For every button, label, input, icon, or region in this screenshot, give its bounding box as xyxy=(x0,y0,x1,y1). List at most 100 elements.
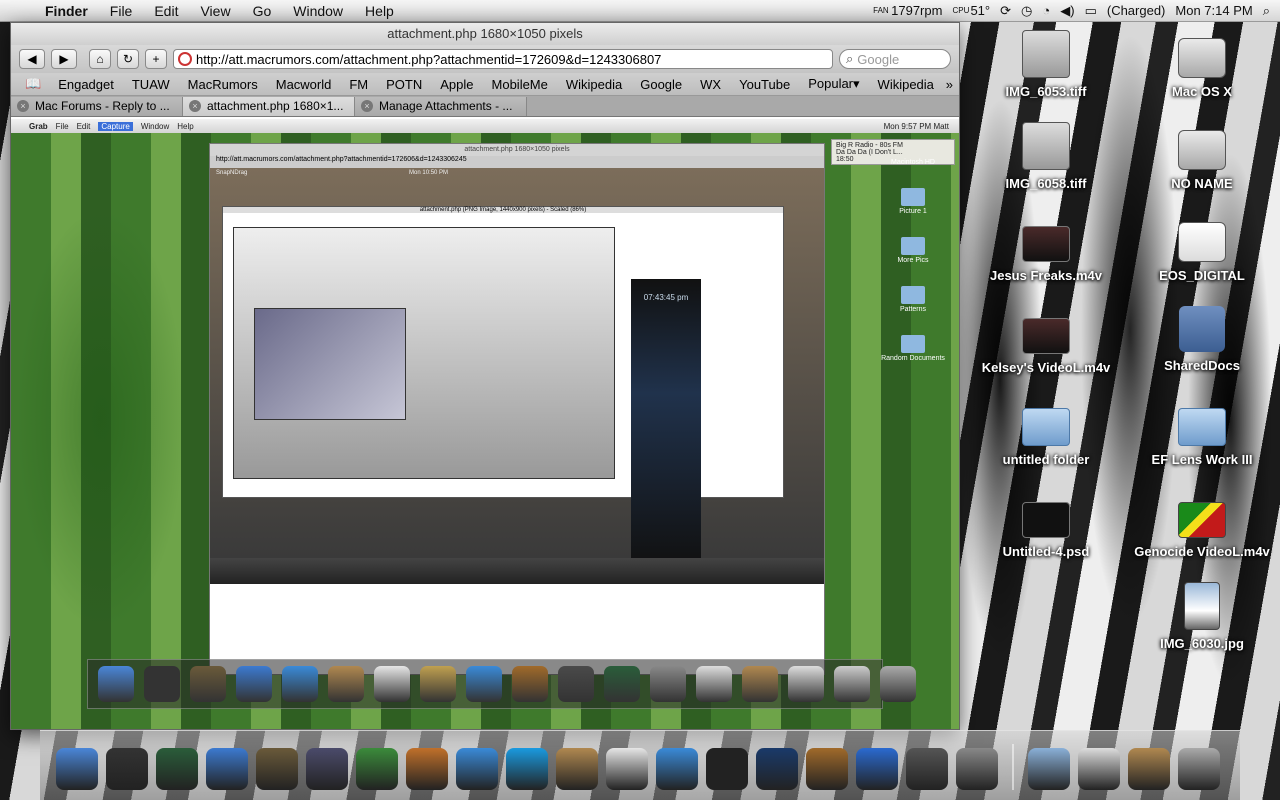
google-earth-icon[interactable] xyxy=(856,748,898,790)
bookmark-wikipedia[interactable]: Wikipedia xyxy=(557,77,631,92)
tab-attachment[interactable]: × attachment.php 1680×1... xyxy=(183,96,355,116)
window-title: attachment.php 1680×1050 pixels xyxy=(11,23,959,45)
tab-manage-attachments[interactable]: × Manage Attachments - ... xyxy=(355,96,527,116)
bookmark-fm[interactable]: FM xyxy=(340,77,377,92)
forward-button[interactable]: ▶ xyxy=(51,49,77,69)
menu-edit[interactable]: Edit xyxy=(143,3,189,19)
tab-close-icon[interactable]: × xyxy=(361,100,373,112)
add-bookmark-button[interactable]: + xyxy=(145,49,167,69)
search-icon: ⌕ xyxy=(846,51,854,66)
ical-icon[interactable] xyxy=(606,748,648,790)
battery-status[interactable]: (Charged) xyxy=(1107,3,1166,18)
mail-icon[interactable] xyxy=(256,748,298,790)
bookmark-macrumors[interactable]: MacRumors xyxy=(179,77,267,92)
numbers-icon[interactable] xyxy=(356,748,398,790)
menu-view[interactable]: View xyxy=(189,3,241,19)
bookmarks-overflow-icon[interactable]: » xyxy=(946,77,959,92)
desktop-item[interactable]: Genocide VideoL.m4v xyxy=(1134,490,1270,559)
address-book-icon[interactable] xyxy=(556,748,598,790)
desktop-item[interactable]: EOS_DIGITAL xyxy=(1134,214,1270,283)
itunes-icon[interactable] xyxy=(656,748,698,790)
desktop-item-label: Kelsey's VideoL.m4v xyxy=(981,360,1111,375)
tab-close-icon[interactable]: × xyxy=(17,100,29,112)
inner-iphoto-icon xyxy=(420,666,456,702)
reading-list-icon[interactable]: 📖 xyxy=(25,76,41,92)
cpu-temp[interactable]: 51° xyxy=(970,3,990,18)
bookmark-wx[interactable]: WX xyxy=(691,77,730,92)
bookmark-potn[interactable]: POTN xyxy=(377,77,431,92)
time-machine-icon[interactable] xyxy=(156,748,198,790)
script-editor-icon[interactable] xyxy=(306,748,348,790)
bookmark-apple[interactable]: Apple xyxy=(431,77,482,92)
sync-icon[interactable]: ⟳ xyxy=(1000,3,1011,19)
ichat-icon[interactable] xyxy=(456,748,498,790)
desktop-item[interactable]: IMG_6030.jpg xyxy=(1134,582,1270,651)
bookmark-popular[interactable]: Popular▾ xyxy=(799,76,868,92)
nested-screenshot: SnapNDrag Mon 10:50 PM attachment.php (P… xyxy=(210,168,824,565)
photoshop-icon[interactable] xyxy=(756,748,798,790)
bookmark-youtube[interactable]: YouTube xyxy=(730,77,799,92)
desktop-item[interactable]: Mac OS X xyxy=(1134,30,1270,99)
inner-desktop-item: Picture 1 xyxy=(873,188,953,215)
desktop-item[interactable]: NO NAME xyxy=(1134,122,1270,191)
home-button[interactable]: ⌂ xyxy=(89,49,111,69)
deepest-screenshot xyxy=(254,308,406,420)
menubar-clock[interactable]: Mon 7:14 PM xyxy=(1175,3,1252,18)
bookmark-engadget[interactable]: Engadget xyxy=(49,77,123,92)
desktop-item[interactable]: Untitled-4.psd xyxy=(978,490,1114,559)
search-field[interactable]: ⌕ Google xyxy=(839,49,951,69)
battery-icon[interactable]: ▭ xyxy=(1085,3,1097,19)
desktop-item[interactable]: SharedDocs xyxy=(1134,306,1270,373)
psd-icon xyxy=(1022,502,1070,538)
safari-icon[interactable] xyxy=(206,748,248,790)
trash-icon[interactable] xyxy=(1178,748,1220,790)
cpu-label: CPU xyxy=(952,5,970,15)
desktop-item[interactable]: EF Lens Work III xyxy=(1134,398,1270,467)
desktop-item[interactable]: IMG_6058.tiff xyxy=(978,122,1114,191)
desktop-item[interactable]: untitled folder xyxy=(978,398,1114,467)
flag-icon xyxy=(1178,502,1226,538)
mp3-file-icon[interactable] xyxy=(1078,748,1120,790)
photo-booth-icon[interactable] xyxy=(706,748,748,790)
inner-folder-icon xyxy=(901,286,925,304)
spotlight-icon[interactable]: ⌕ xyxy=(1263,3,1270,19)
tab-mac-forums[interactable]: × Mac Forums - Reply to ... xyxy=(11,96,183,116)
nested-browser-window: attachment.php 1680×1050 pixels http://a… xyxy=(209,143,825,675)
bookmark-google[interactable]: Google xyxy=(631,77,691,92)
system-preferences-icon[interactable] xyxy=(956,748,998,790)
time-machine-status-icon[interactable]: ◷ xyxy=(1021,3,1032,19)
desktop-item[interactable]: Jesus Freaks.m4v xyxy=(978,214,1114,283)
contacts-file-icon[interactable] xyxy=(1128,748,1170,790)
desktop-item[interactable]: Kelsey's VideoL.m4v xyxy=(978,306,1114,375)
address-bar[interactable]: http://att.macrumors.com/attachment.php?… xyxy=(173,49,833,69)
bookmarks-bar: 📖 Engadget TUAW MacRumors Macworld FM PO… xyxy=(11,73,959,96)
screen-sharing-icon[interactable] xyxy=(906,748,948,790)
skype-icon[interactable] xyxy=(506,748,548,790)
menu-app-name[interactable]: Finder xyxy=(34,3,99,19)
keynote-icon[interactable] xyxy=(406,748,448,790)
bookmark-wikipedia-2[interactable]: Wikipedia xyxy=(869,77,943,92)
finder-icon[interactable] xyxy=(56,748,98,790)
menu-file[interactable]: File xyxy=(99,3,144,19)
menu-window[interactable]: Window xyxy=(282,3,354,19)
inner-menu-file: File xyxy=(55,121,69,131)
bookmark-tuaw[interactable]: TUAW xyxy=(123,77,179,92)
desktop-item[interactable]: IMG_6053.tiff xyxy=(978,30,1114,99)
dashboard-icon[interactable] xyxy=(106,748,148,790)
menu-help[interactable]: Help xyxy=(354,3,405,19)
documents-stack-icon[interactable] xyxy=(1028,748,1070,790)
desktop-item-label: IMG_6030.jpg xyxy=(1160,636,1244,651)
reload-button[interactable]: ↻ xyxy=(117,49,139,69)
wifi-icon[interactable]: ◔ xyxy=(1042,3,1050,18)
tab-close-icon[interactable]: × xyxy=(189,100,201,112)
back-button[interactable]: ◀ xyxy=(19,49,45,69)
inner-menu-bar: Grab File Edit Capture Window Help Mon 9… xyxy=(11,119,959,133)
bookmark-mobileme[interactable]: MobileMe xyxy=(483,77,557,92)
front-row-icon[interactable] xyxy=(806,748,848,790)
bookmark-macworld[interactable]: Macworld xyxy=(267,77,341,92)
volume-icon[interactable]: ◀) xyxy=(1060,3,1074,19)
menu-go[interactable]: Go xyxy=(242,3,283,19)
fan-rpm[interactable]: 1797rpm xyxy=(891,3,942,18)
inner-item-label: Macintosh HD xyxy=(891,159,935,166)
desktop-item-label: Genocide VideoL.m4v xyxy=(1134,544,1270,559)
